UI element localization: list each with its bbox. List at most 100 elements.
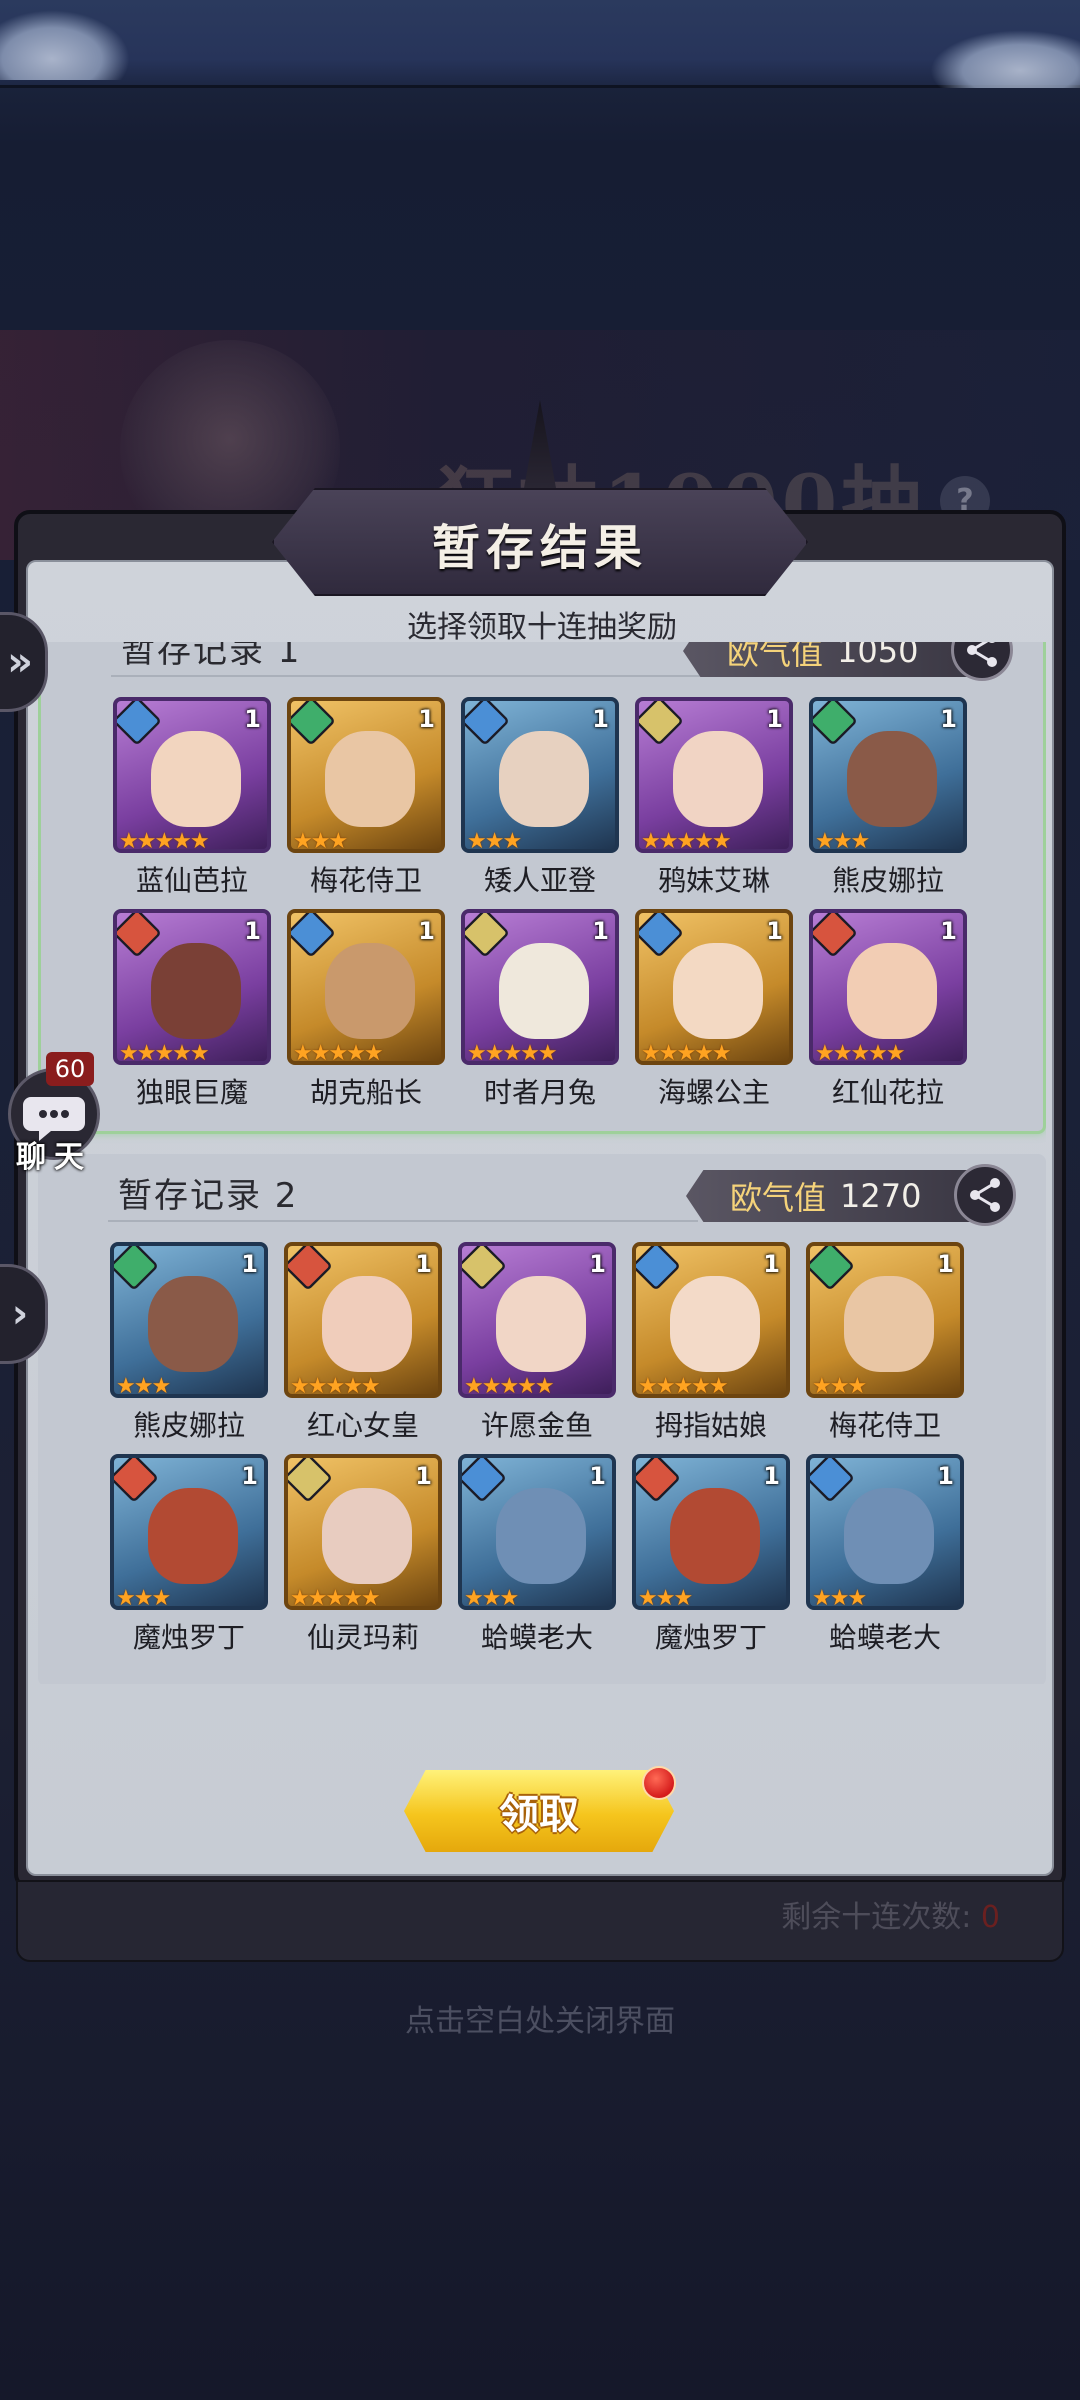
hero-name: 熊皮娜拉	[831, 864, 944, 897]
close-hint[interactable]: 点击空白处关闭界面	[0, 1996, 1080, 2040]
hero-card[interactable]: 1 ★★★★★ 仙灵玛莉	[284, 1454, 442, 1654]
fire-element-icon	[636, 1458, 681, 1503]
luck-value-badge: 欧气值 1270	[686, 1170, 976, 1222]
hero-card[interactable]: 1 ★★★ 蛤蟆老大	[458, 1454, 616, 1654]
hero-card[interactable]: 1 ★★★★★ 时者月兔	[461, 909, 619, 1109]
wind-element-icon	[291, 701, 336, 746]
hero-face	[499, 943, 589, 1039]
record-divider	[108, 1220, 698, 1222]
luck-label: 欧气值	[727, 642, 824, 672]
hero-portrait: 1 ★★★	[806, 1242, 964, 1398]
record-card[interactable]: 暂存记录 1 欧气值 1050 1 ★★★★★ 蓝仙芭拉 1 ★★★ 梅花侍卫 1 ★★★ 矮人亚登 1…	[38, 642, 1046, 1134]
star-rating: ★★★	[116, 1374, 171, 1398]
hero-count: 1	[589, 1250, 606, 1278]
hero-card[interactable]: 1 ★★★★★ 拇指姑娘	[632, 1242, 790, 1442]
hero-count: 1	[241, 1462, 258, 1490]
hero-face	[325, 731, 415, 827]
hero-card[interactable]: 1 ★★★ 熊皮娜拉	[110, 1242, 268, 1442]
hero-face	[322, 1488, 412, 1584]
star-rating: ★★★	[293, 829, 348, 853]
hero-card[interactable]: 1 ★★★★★ 蓝仙芭拉	[113, 697, 271, 897]
hero-name: 红心女皇	[306, 1409, 419, 1442]
hero-portrait: 1 ★★★★★	[809, 909, 967, 1065]
top-scene-band	[0, 0, 1080, 88]
star-rating: ★★★★★	[464, 1374, 555, 1398]
hero-name: 拇指姑娘	[654, 1409, 767, 1442]
chat-label[interactable]: 聊天	[8, 1132, 100, 1176]
hero-count: 1	[940, 917, 957, 945]
hero-portrait: 1 ★★★★★	[635, 697, 793, 853]
luck-value-badge: 欧气值 1050	[683, 642, 973, 677]
hero-card[interactable]: 1 ★★★ 魔烛罗丁	[110, 1454, 268, 1654]
dialog-title: 暂存结果	[431, 520, 648, 576]
star-rating: ★★★★★	[290, 1586, 381, 1610]
hero-card[interactable]: 1 ★★★★★ 胡克船长	[287, 909, 445, 1109]
fire-element-icon	[288, 1246, 333, 1291]
hero-card[interactable]: 1 ★★★ 蛤蟆老大	[806, 1454, 964, 1654]
water-element-icon	[810, 1458, 855, 1503]
luck-value: 1270	[840, 1177, 922, 1215]
star-rating: ★★★★★	[641, 829, 732, 853]
hero-face	[151, 943, 241, 1039]
hero-count: 1	[592, 917, 609, 945]
star-rating: ★★★	[116, 1586, 171, 1610]
hero-card[interactable]: 1 ★★★★★ 红心女皇	[284, 1242, 442, 1442]
hero-card[interactable]: 1 ★★★★★ 海螺公主	[635, 909, 793, 1109]
chat-unread-badge: 60	[46, 1052, 94, 1086]
star-rating: ★★★	[467, 829, 522, 853]
hero-portrait: 1 ★★★★★	[287, 909, 445, 1065]
hero-card[interactable]: 1 ★★★★★ 鸦妹艾琳	[635, 697, 793, 897]
hero-name: 熊皮娜拉	[132, 1409, 245, 1442]
hero-face	[322, 1276, 412, 1372]
remaining-value: 0	[980, 1900, 1000, 1935]
hero-count: 1	[244, 705, 261, 733]
hero-face	[673, 943, 763, 1039]
hero-portrait: 1 ★★★	[110, 1454, 268, 1610]
hero-count: 1	[418, 917, 435, 945]
light-element-icon	[462, 1246, 507, 1291]
record-card[interactable]: 暂存记录 2 欧气值 1270 1 ★★★ 熊皮娜拉 1 ★★★★★ 红心女皇 1 ★★★★★ 许愿金…	[38, 1154, 1046, 1684]
hero-face	[847, 731, 937, 827]
hero-card[interactable]: 1 ★★★ 矮人亚登	[461, 697, 619, 897]
hero-name: 海螺公主	[657, 1076, 770, 1109]
hero-count: 1	[937, 1250, 954, 1278]
star-rating: ★★★	[812, 1374, 867, 1398]
hero-portrait: 1 ★★★★★	[284, 1454, 442, 1610]
hero-name: 鸦妹艾琳	[657, 864, 770, 897]
water-element-icon	[639, 913, 684, 958]
hero-count: 1	[763, 1250, 780, 1278]
hero-face	[670, 1276, 760, 1372]
hero-portrait: 1 ★★★	[461, 697, 619, 853]
records-scroll-list[interactable]: 暂存记录 1 欧气值 1050 1 ★★★★★ 蓝仙芭拉 1 ★★★ 梅花侍卫 1 ★★★ 矮人亚登 1…	[38, 642, 1046, 1684]
hero-count: 1	[589, 1462, 606, 1490]
hero-count: 1	[415, 1250, 432, 1278]
record-title: 暂存记录 2	[118, 1176, 299, 1216]
claim-button[interactable]: 领取	[404, 1770, 674, 1852]
hero-card[interactable]: 1 ★★★★★ 独眼巨魔	[113, 909, 271, 1109]
hero-name: 蓝仙芭拉	[135, 864, 248, 897]
share-icon[interactable]	[954, 1164, 1016, 1226]
remaining-label: 剩余十连次数:	[781, 1900, 972, 1935]
hero-face	[496, 1488, 586, 1584]
hero-face	[844, 1276, 934, 1372]
water-element-icon	[636, 1246, 681, 1291]
star-rating: ★★★★★	[641, 1041, 732, 1065]
star-rating: ★★★★★	[638, 1374, 729, 1398]
record-title: 暂存记录 1	[121, 642, 302, 671]
star-rating: ★★★★★	[293, 1041, 384, 1065]
star-rating: ★★★	[815, 829, 870, 853]
hero-face	[673, 731, 763, 827]
hero-card[interactable]: 1 ★★★ 熊皮娜拉	[809, 697, 967, 897]
hero-card[interactable]: 1 ★★★ 梅花侍卫	[806, 1242, 964, 1442]
hero-count: 1	[766, 917, 783, 945]
wind-element-icon	[114, 1246, 159, 1291]
hero-name: 魔烛罗丁	[132, 1621, 245, 1654]
hero-card[interactable]: 1 ★★★★★ 红仙花拉	[809, 909, 967, 1109]
cloud-decoration-right	[930, 30, 1080, 88]
hero-portrait: 1 ★★★	[806, 1454, 964, 1610]
hero-count: 1	[937, 1462, 954, 1490]
hero-card[interactable]: 1 ★★★★★ 许愿金鱼	[458, 1242, 616, 1442]
hero-card[interactable]: 1 ★★★ 梅花侍卫	[287, 697, 445, 897]
hero-portrait: 1 ★★★★★	[284, 1242, 442, 1398]
hero-card[interactable]: 1 ★★★ 魔烛罗丁	[632, 1454, 790, 1654]
